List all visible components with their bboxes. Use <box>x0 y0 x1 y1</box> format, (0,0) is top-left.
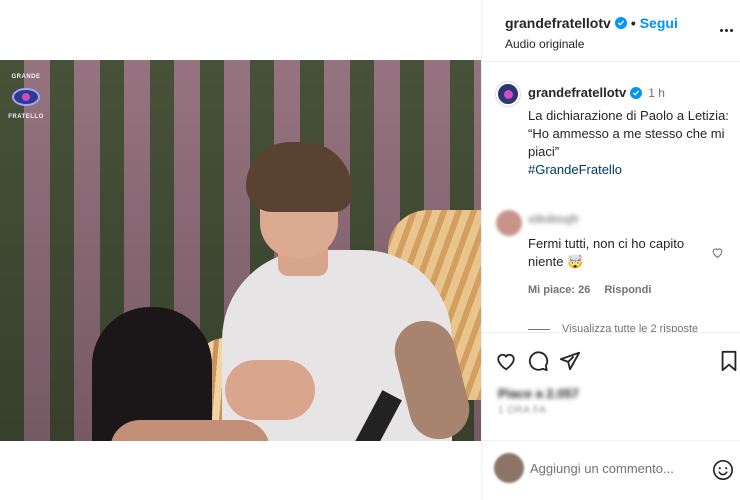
comment-text: Fermi tutti, non ci ho capito niente 🤯 <box>528 236 685 269</box>
more-options-icon[interactable] <box>715 20 737 40</box>
view-replies[interactable]: Visualizza tutte le 2 risposte <box>528 323 698 332</box>
follow-button[interactable]: Segui <box>640 15 678 31</box>
verified-badge-icon <box>614 17 627 29</box>
reply-button[interactable]: Rispondi <box>604 284 651 296</box>
post-header: grandefratellotv • Segui Audio originale <box>482 0 740 62</box>
view-replies-label[interactable]: Visualizza tutte le 2 risposte <box>562 323 698 332</box>
user-avatar <box>494 453 524 483</box>
caption-body: La dichiarazione di Paolo a Letizia: “Ho… <box>528 108 729 159</box>
bookmark-icon[interactable] <box>717 349 740 373</box>
comment-avatar[interactable] <box>496 210 522 236</box>
add-comment-input[interactable] <box>530 461 690 476</box>
caption-time: 1 h <box>648 85 665 100</box>
post-video[interactable]: GRANDE FRATELLO <box>0 60 481 441</box>
header-username[interactable]: grandefratellotv <box>505 15 611 31</box>
comment-likes[interactable]: Mi piace: 26 <box>528 284 590 296</box>
caption-username[interactable]: grandefratellotv <box>528 85 626 100</box>
grande-fratello-logo: GRANDE FRATELLO <box>8 74 44 120</box>
caption-hashtag[interactable]: #GrandeFratello <box>528 162 622 177</box>
caption-text: La dichiarazione di Paolo a Letizia: “Ho… <box>528 107 733 179</box>
comment-heart-icon[interactable] <box>711 246 724 264</box>
logo-text-bottom: FRATELLO <box>8 114 44 120</box>
action-bar <box>482 332 740 372</box>
emoji-icon[interactable] <box>712 459 734 486</box>
post-side-panel: grandefratellotv • Segui Audio originale… <box>481 0 740 500</box>
separator-dot: • <box>630 15 636 31</box>
comments-section[interactable]: grandefratellotv 1 h La dichiarazione di… <box>482 62 740 332</box>
original-audio-link[interactable]: Audio originale <box>505 37 584 51</box>
eye-logo-icon <box>12 88 40 106</box>
logo-text-top: GRANDE <box>11 74 41 80</box>
heart-icon[interactable] <box>494 349 518 373</box>
share-icon[interactable] <box>558 349 582 373</box>
caption-avatar[interactable] <box>496 82 520 106</box>
comment-username[interactable]: stkdmqfr <box>528 212 579 226</box>
comment-icon[interactable] <box>526 349 550 373</box>
comment-composer <box>482 440 740 500</box>
verified-badge-icon <box>630 86 643 99</box>
post-date: 1 ORA FA <box>498 405 547 416</box>
likes-count[interactable]: Piace a 2.057 <box>498 386 579 401</box>
